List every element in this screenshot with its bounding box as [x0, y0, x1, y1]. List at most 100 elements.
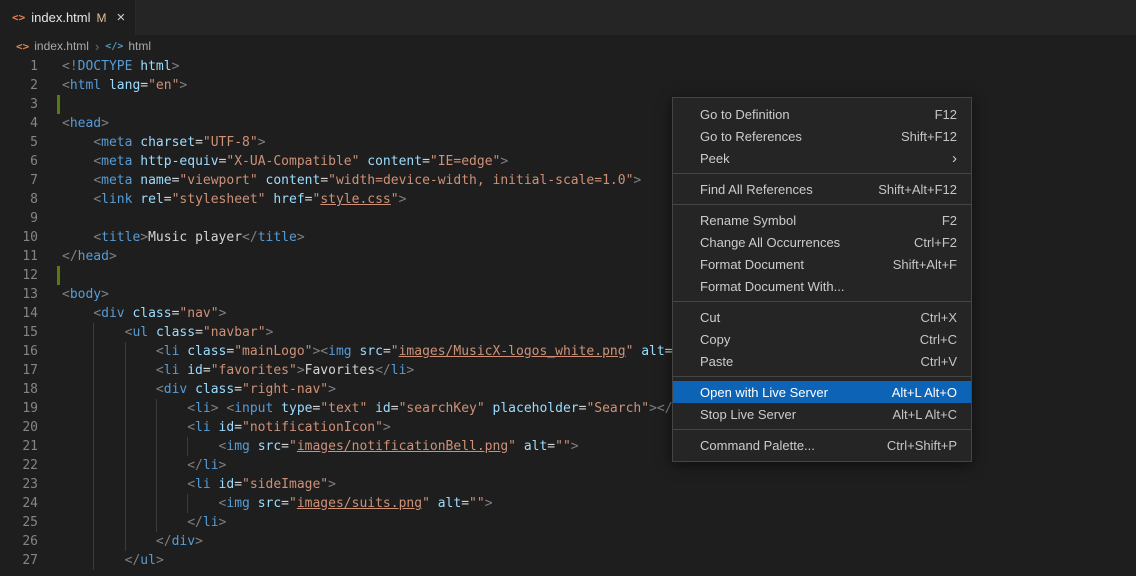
- code-line[interactable]: 27 </ul>: [0, 551, 1136, 570]
- menu-item-copy[interactable]: CopyCtrl+C: [673, 328, 971, 350]
- code-token: src: [359, 344, 382, 359]
- line-number[interactable]: 9: [0, 209, 38, 228]
- code-text: <li id="favorites">Favorites</li>: [62, 361, 1136, 380]
- code-token: Music player: [148, 230, 242, 245]
- code-token: id: [219, 477, 235, 492]
- git-modified-badge: M: [97, 11, 107, 25]
- code-token: ul: [140, 553, 156, 568]
- line-number[interactable]: 7: [0, 171, 38, 190]
- chevron-right-icon: ›: [95, 39, 99, 54]
- line-number[interactable]: 10: [0, 228, 38, 247]
- menu-item-format-document[interactable]: Format DocumentShift+Alt+F: [673, 253, 971, 275]
- code-token: >: [211, 401, 219, 416]
- code-token: "IE=edge": [430, 154, 500, 169]
- code-token: type: [281, 401, 312, 416]
- menu-item-command-palette[interactable]: Command Palette...Ctrl+Shift+P: [673, 434, 971, 456]
- code-token: =: [281, 439, 289, 454]
- code-token: [62, 154, 93, 169]
- menu-item-open-with-live-server[interactable]: Open with Live ServerAlt+L Alt+O: [673, 381, 971, 403]
- breadcrumb-symbol[interactable]: html: [128, 39, 151, 53]
- line-number[interactable]: 14: [0, 304, 38, 323]
- file-link[interactable]: images/MusicX-logos_white.png: [399, 344, 626, 359]
- code-token: </: [187, 515, 203, 530]
- menu-item-shortcut: Shift+Alt+F: [893, 257, 957, 272]
- menu-item-paste[interactable]: PasteCtrl+V: [673, 350, 971, 372]
- menu-item-stop-live-server[interactable]: Stop Live ServerAlt+L Alt+C: [673, 403, 971, 425]
- code-token: "Search": [586, 401, 649, 416]
- menu-item-rename-symbol[interactable]: Rename SymbolF2: [673, 209, 971, 231]
- code-token: rel: [140, 192, 163, 207]
- indent-guide: [125, 475, 126, 494]
- code-token: [273, 401, 281, 416]
- line-number[interactable]: 6: [0, 152, 38, 171]
- code-token: >: [500, 154, 508, 169]
- line-number[interactable]: 3: [0, 95, 38, 114]
- line-number[interactable]: 27: [0, 551, 38, 570]
- line-number[interactable]: 4: [0, 114, 38, 133]
- breadcrumb-file[interactable]: index.html: [34, 39, 89, 53]
- line-number[interactable]: 19: [0, 399, 38, 418]
- menu-item-cut[interactable]: CutCtrl+X: [673, 306, 971, 328]
- git-added-indicator: [57, 266, 60, 285]
- indent-guide: [125, 361, 126, 380]
- line-number[interactable]: 12: [0, 266, 38, 285]
- code-line[interactable]: 23 <li id="sideImage">: [0, 475, 1136, 494]
- code-line[interactable]: 24 <img src="images/suits.png" alt="">: [0, 494, 1136, 513]
- line-number[interactable]: 22: [0, 456, 38, 475]
- line-number[interactable]: 11: [0, 247, 38, 266]
- code-token: "searchKey": [399, 401, 485, 416]
- file-link[interactable]: images/notificationBell.png: [297, 439, 508, 454]
- close-icon[interactable]: ×: [117, 10, 126, 25]
- code-token: >: [195, 534, 203, 549]
- indent-guide: [125, 532, 126, 551]
- code-token: placeholder: [493, 401, 579, 416]
- line-number[interactable]: 1: [0, 57, 38, 76]
- code-line[interactable]: 1<!DOCTYPE html>: [0, 57, 1136, 76]
- code-token: head: [70, 116, 101, 131]
- tab-index-html[interactable]: <> index.html M ×: [0, 0, 136, 35]
- code-line[interactable]: 26 </div>: [0, 532, 1136, 551]
- line-number[interactable]: 21: [0, 437, 38, 456]
- line-number[interactable]: 16: [0, 342, 38, 361]
- line-number[interactable]: 5: [0, 133, 38, 152]
- menu-item-change-all-occurrences[interactable]: Change All OccurrencesCtrl+F2: [673, 231, 971, 253]
- indent-guide: [125, 456, 126, 475]
- line-number[interactable]: 18: [0, 380, 38, 399]
- menu-item-find-all-references[interactable]: Find All ReferencesShift+Alt+F12: [673, 178, 971, 200]
- line-number[interactable]: 8: [0, 190, 38, 209]
- menu-item-peek[interactable]: Peek›: [673, 147, 971, 169]
- line-number[interactable]: 13: [0, 285, 38, 304]
- code-token: =: [195, 135, 203, 150]
- code-token: >: [297, 230, 305, 245]
- code-token: [62, 192, 93, 207]
- code-line[interactable]: 25 </li>: [0, 513, 1136, 532]
- file-link[interactable]: images/suits.png: [297, 496, 422, 511]
- code-token: =: [383, 344, 391, 359]
- line-number[interactable]: 20: [0, 418, 38, 437]
- code-token: "navbar": [203, 325, 266, 340]
- line-number[interactable]: 24: [0, 494, 38, 513]
- line-number[interactable]: 26: [0, 532, 38, 551]
- line-number[interactable]: 23: [0, 475, 38, 494]
- line-number[interactable]: 25: [0, 513, 38, 532]
- code-token: title: [101, 230, 140, 245]
- git-added-indicator: [57, 95, 60, 114]
- menu-separator: [673, 376, 971, 377]
- code-token: <!: [62, 59, 78, 74]
- menu-item-go-to-definition[interactable]: Go to DefinitionF12: [673, 103, 971, 125]
- line-number[interactable]: 15: [0, 323, 38, 342]
- indent-guide: [93, 342, 94, 361]
- code-token: li: [203, 458, 219, 473]
- code-token: ": [391, 192, 399, 207]
- line-number[interactable]: 17: [0, 361, 38, 380]
- menu-item-format-document-with[interactable]: Format Document With...: [673, 275, 971, 297]
- menu-item-label: Command Palette...: [700, 438, 815, 453]
- code-token: html: [70, 78, 101, 93]
- code-token: >: [219, 306, 227, 321]
- file-link[interactable]: style.css: [320, 192, 390, 207]
- indent-guide: [156, 494, 157, 513]
- menu-item-label: Paste: [700, 354, 733, 369]
- menu-item-go-to-references[interactable]: Go to ReferencesShift+F12: [673, 125, 971, 147]
- code-line[interactable]: 2<html lang="en">: [0, 76, 1136, 95]
- line-number[interactable]: 2: [0, 76, 38, 95]
